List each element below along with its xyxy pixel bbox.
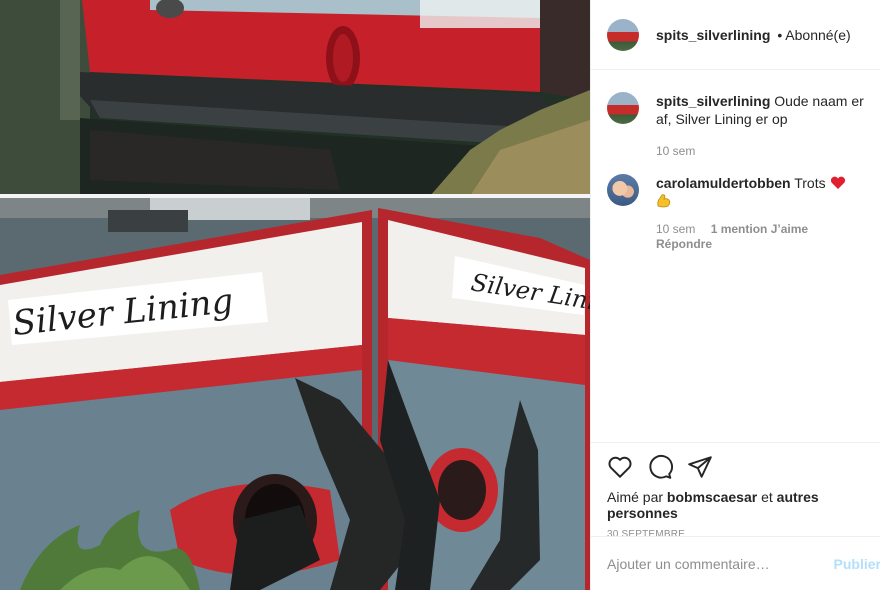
comment-item: carolamuldertobben Trots 10 sem 1 mentio… <box>607 174 864 251</box>
caption-comment: spits_silverlining Oude naam er af, Silv… <box>607 92 864 158</box>
liked-by: Aimé par bobmscaesar et autres personnes <box>591 479 880 521</box>
comment-time[interactable]: 10 sem <box>656 222 695 236</box>
share-paper-plane-icon[interactable] <box>687 454 713 480</box>
commenter-avatar[interactable] <box>607 174 639 206</box>
liked-by-user[interactable]: bobmscaesar <box>667 489 757 505</box>
post-header: spits_silverlining • Abonné(e) <box>591 0 880 70</box>
reply-button[interactable]: Répondre <box>656 237 864 251</box>
add-comment-bar: Publier <box>591 536 880 590</box>
post-side-panel: spits_silverlining • Abonné(e) spits_sil… <box>590 0 880 590</box>
comments-list: spits_silverlining Oude naam er af, Silv… <box>591 70 880 443</box>
flexed-biceps-icon <box>657 194 671 208</box>
comment-time[interactable]: 10 sem <box>656 144 695 158</box>
follow-status[interactable]: Abonné(e) <box>785 27 850 43</box>
comment-username[interactable]: spits_silverlining <box>656 93 770 109</box>
add-comment-input[interactable] <box>607 555 832 572</box>
red-heart-icon <box>830 176 845 189</box>
author-avatar[interactable] <box>607 92 639 124</box>
publish-button[interactable]: Publier <box>834 556 880 572</box>
boat-photo: Silver Lining Silver Lining <box>0 0 590 590</box>
comment-text: Trots <box>794 175 826 191</box>
comment-username[interactable]: carolamuldertobben <box>656 175 791 191</box>
header-separator: • <box>777 26 783 43</box>
liked-by-connector: et <box>761 489 773 505</box>
post-photo[interactable]: Silver Lining Silver Lining <box>0 0 590 590</box>
author-username[interactable]: spits_silverlining <box>656 27 770 43</box>
comment-likes[interactable]: 1 mention J’aime <box>711 222 808 236</box>
author-avatar[interactable] <box>607 18 639 51</box>
liked-by-prefix: Aimé par <box>607 489 664 505</box>
post-actions <box>591 443 880 479</box>
comment-bubble-icon[interactable] <box>647 454 673 480</box>
like-heart-icon[interactable] <box>607 454 633 480</box>
